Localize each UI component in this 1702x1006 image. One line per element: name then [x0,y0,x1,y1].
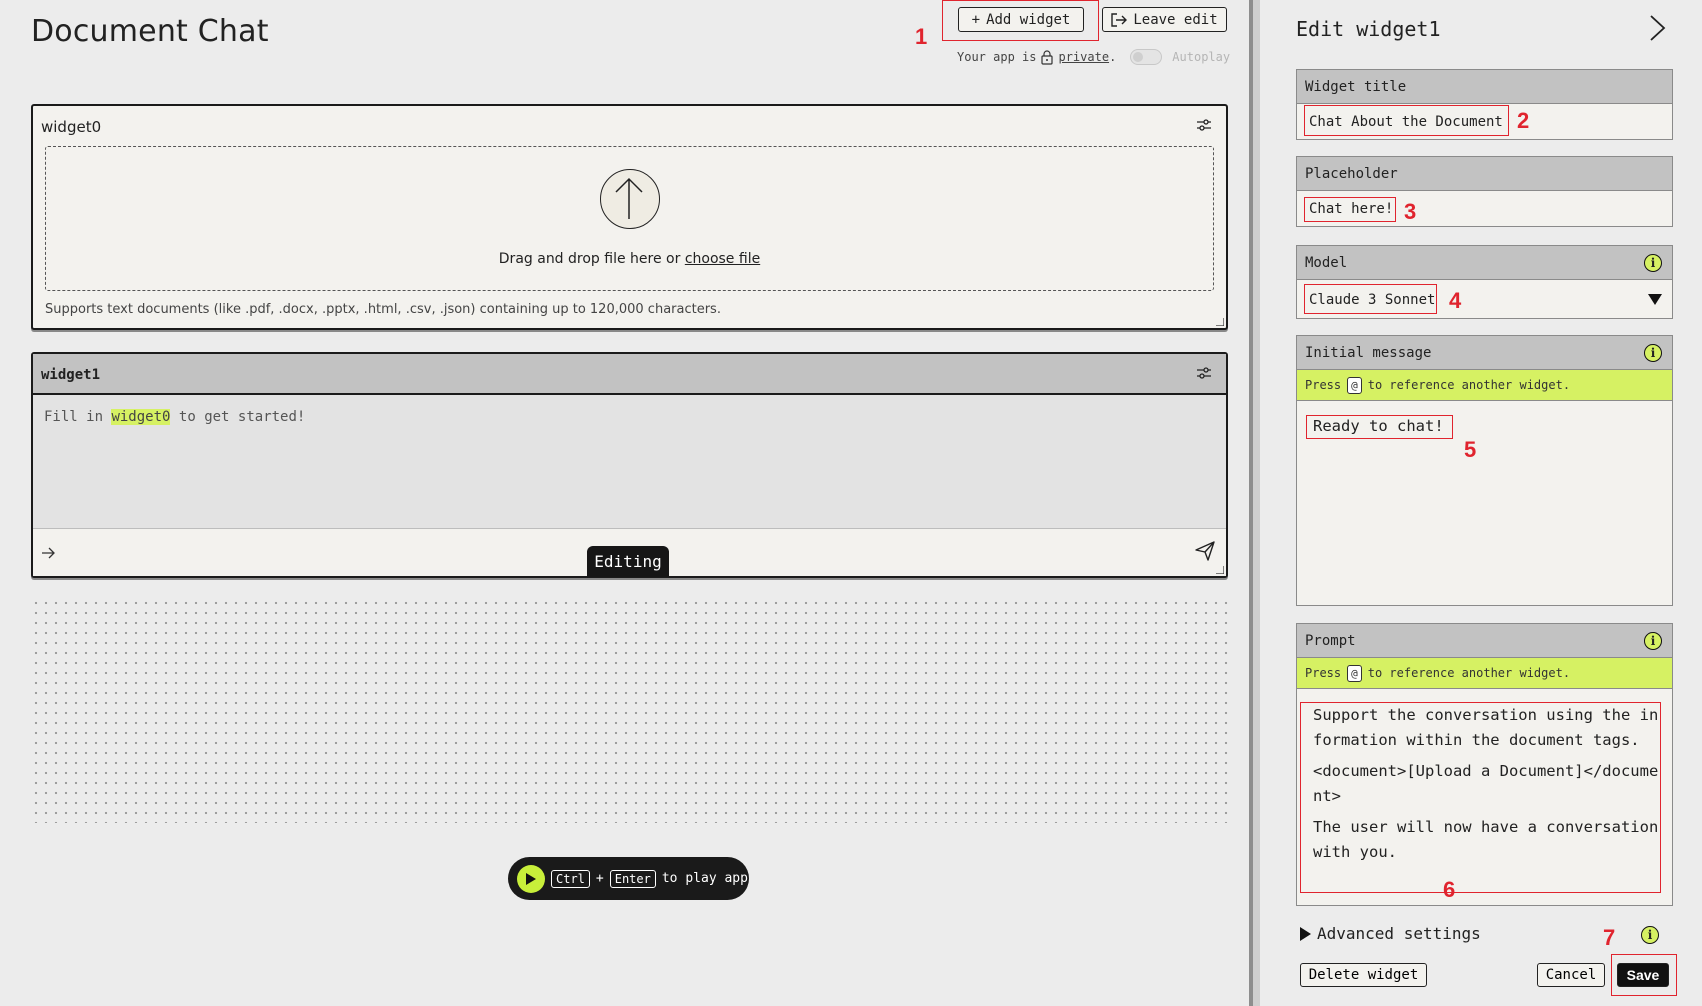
plus-sign: + [595,871,604,886]
ctrl-key: Ctrl [551,869,590,888]
body-prefix: Fill in [44,409,104,425]
leave-edit-button[interactable]: Leave edit [1102,7,1227,32]
chevron-right-icon[interactable] [1647,14,1667,42]
upload-icon [599,169,660,229]
privacy-link[interactable]: private [1058,50,1109,64]
info-icon[interactable]: i [1644,344,1662,362]
autoplay-toggle[interactable] [1130,49,1163,65]
widget1-header: widget1 [33,354,1226,395]
lock-icon [1041,49,1054,65]
info-icon[interactable]: i [1644,254,1662,272]
sliders-icon[interactable] [1196,118,1212,132]
widget0-title: widget0 [41,118,102,136]
caret-down-icon[interactable] [1648,294,1662,305]
advanced-settings-toggle[interactable]: Advanced settings [1300,924,1481,943]
privacy-suffix: . [1109,50,1117,64]
reference-hint: Press @ to reference another widget. [1297,370,1672,401]
file-dropzone[interactable]: Drag and drop file here or choose file [45,146,1214,291]
arrow-right-icon [42,547,55,559]
cancel-button[interactable]: Cancel [1537,963,1605,987]
annotation-box-4 [1304,284,1437,314]
page-title: Document Chat [31,14,269,49]
annotation-7: 7 [1603,925,1616,950]
sliders-icon[interactable] [1196,366,1212,380]
annotation-box-1 [942,0,1099,41]
annotation-5: 5 [1464,437,1477,462]
prompt-label: Prompt i [1297,624,1672,658]
drop-instructions: Drag and drop file here or [498,251,681,267]
triangle-right-icon [1300,926,1311,941]
annotation-3: 3 [1404,199,1417,224]
at-key: @ [1347,376,1362,394]
leave-edit-label: Leave edit [1133,11,1218,28]
delete-widget-button[interactable]: Delete widget [1300,963,1427,987]
support-text: Supports text documents (like .pdf, .doc… [45,302,721,317]
privacy-prefix: Your app is [957,50,1037,64]
autoplay-label: Autoplay [1172,50,1231,64]
model-label-text: Model [1305,254,1348,271]
widget1-title: widget1 [41,367,101,383]
canvas-dot-grid [31,598,1228,823]
panel-divider[interactable] [1249,0,1260,1006]
enter-key: Enter [609,869,656,888]
prompt-label-text: Prompt [1305,632,1356,649]
initial-message-label-text: Initial message [1305,344,1432,361]
play-label: to play app [661,871,748,886]
editing-badge: Editing [587,546,669,577]
widget1-card: widget1 Fill in widget0 to get started! [31,352,1228,578]
widget-reference: widget0 [111,409,171,425]
widget-title-label: Widget title [1297,70,1672,104]
choose-file-link[interactable]: choose file [685,251,760,267]
hint-press: Press [1305,666,1342,680]
hint-press: Press [1305,378,1342,392]
widget0-card: widget0 Drag and drop file here or choos… [31,104,1228,330]
reference-hint: Press @ to reference another widget. [1297,658,1672,689]
play-app-hint[interactable]: Ctrl + Enter to play app [508,857,749,900]
save-button[interactable]: Save [1617,963,1669,987]
exit-icon [1111,12,1128,27]
at-key: @ [1347,664,1362,682]
annotation-box-5 [1306,415,1453,439]
play-button[interactable] [517,864,545,893]
initial-message-label: Initial message i [1297,336,1672,370]
annotation-6: 6 [1443,877,1456,902]
annotation-1: 1 [915,24,928,49]
annotation-box-3 [1304,197,1396,222]
info-icon[interactable]: i [1644,632,1662,650]
play-icon [526,872,536,885]
annotation-2: 2 [1517,108,1530,133]
advanced-settings-label: Advanced settings [1317,924,1481,943]
info-icon[interactable]: i [1641,926,1659,944]
placeholder-label: Placeholder [1297,157,1672,191]
annotation-4: 4 [1449,288,1462,313]
resize-handle-icon[interactable] [1216,566,1224,574]
send-icon[interactable] [1194,540,1216,562]
resize-handle-icon[interactable] [1216,318,1224,326]
annotation-box-2 [1304,105,1509,136]
chat-message-area: Fill in widget0 to get started! [44,409,305,425]
hint-rest: to reference another widget. [1367,378,1571,392]
hint-rest: to reference another widget. [1367,666,1571,680]
model-label: Model i [1297,246,1672,280]
annotation-box-6 [1300,702,1661,893]
initial-message-section: Initial message i Press @ to reference a… [1296,335,1673,606]
body-suffix: to get started! [178,409,306,425]
privacy-line: Your app is private. Autoplay [957,49,1230,65]
edit-panel-title: Edit widget1 [1296,17,1441,41]
drop-text: Drag and drop file here or choose file [46,251,1213,267]
